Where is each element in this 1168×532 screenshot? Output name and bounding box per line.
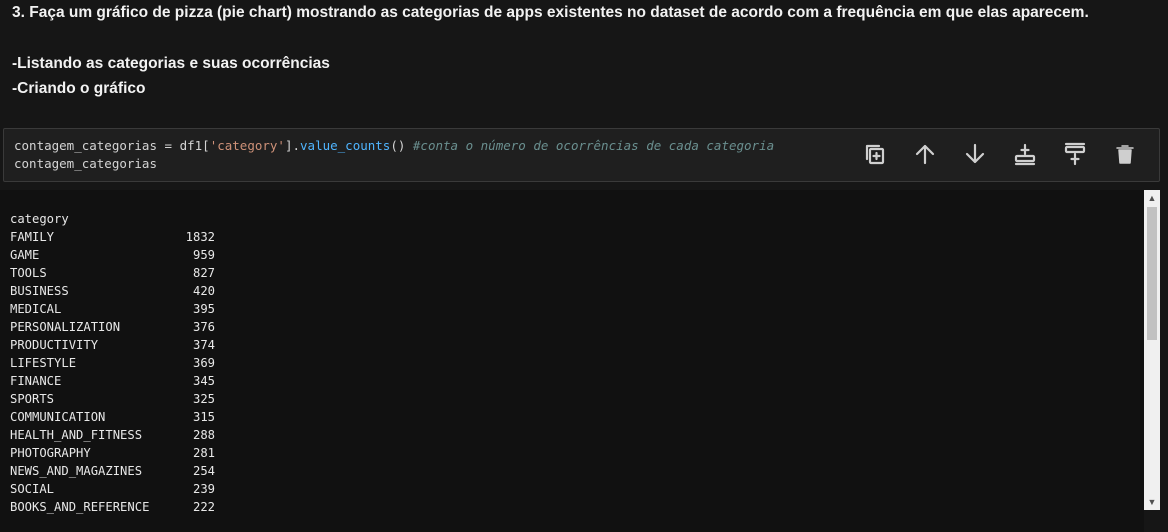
- category-name: SPORTS: [10, 392, 55, 406]
- category-name: MEDICAL: [10, 302, 62, 316]
- cell-toolbar: [857, 137, 1143, 171]
- output-header-label: category: [10, 212, 69, 226]
- output-row: PERSONALIZATION 376: [10, 318, 215, 336]
- copy-cell-button[interactable]: [857, 137, 893, 171]
- insert-below-button[interactable]: [1057, 137, 1093, 171]
- category-count: 325: [192, 392, 215, 406]
- code-close: ].: [284, 138, 301, 153]
- category-count: 959: [192, 248, 215, 262]
- cell-output: category FAMILY 1832 GAME 959 TOOLS 827 BUSINE…: [0, 190, 1144, 532]
- output-row: BOOKS_AND_REFERENCE 222: [10, 498, 215, 516]
- code-line2: contagem_categorias: [14, 156, 157, 171]
- category-name: TOOLS: [10, 266, 47, 280]
- insert-above-icon: [1014, 143, 1036, 166]
- category-count: 222: [192, 500, 215, 514]
- category-name: FINANCE: [10, 374, 62, 388]
- output-row: PHOTOGRAPHY 281: [10, 444, 215, 462]
- category-count: 239: [192, 482, 215, 496]
- scroll-thumb[interactable]: [1147, 207, 1157, 340]
- category-count: 369: [192, 356, 215, 370]
- category-count: 395: [192, 302, 215, 316]
- output-row: COMMUNICATION 315: [10, 408, 215, 426]
- category-count: 254: [192, 464, 215, 478]
- code-op: =: [157, 138, 180, 153]
- move-down-button[interactable]: [957, 137, 993, 171]
- scroll-up-arrow-icon[interactable]: ▲: [1144, 190, 1160, 206]
- output-row: TOOLS 827: [10, 264, 215, 282]
- output-scrollbar[interactable]: ▲ ▼: [1144, 190, 1160, 510]
- category-name: HEALTH_AND_FITNESS: [10, 428, 143, 442]
- category-count: 376: [192, 320, 215, 334]
- output-text: category FAMILY 1832 GAME 959 TOOLS 827 BUSINE…: [10, 210, 215, 516]
- category-name: COMMUNICATION: [10, 410, 106, 424]
- output-row: SPORTS 325: [10, 390, 215, 408]
- insert-above-button[interactable]: [1007, 137, 1043, 171]
- category-count: 288: [192, 428, 215, 442]
- output-row: HEALTH_AND_FITNESS 288: [10, 426, 215, 444]
- category-name: BOOKS_AND_REFERENCE: [10, 500, 150, 514]
- code-comment: #conta o número de ocorrências de cada c…: [412, 138, 775, 153]
- output-row: LIFESTYLE 369: [10, 354, 215, 372]
- code-string: 'category': [209, 138, 285, 153]
- category-name: LIFESTYLE: [10, 356, 77, 370]
- code-cell[interactable]: contagem_categorias = df1['category'].va…: [3, 128, 1160, 182]
- output-row: PRODUCTIVITY 374: [10, 336, 215, 354]
- code-df: df1[: [179, 138, 210, 153]
- category-count: 827: [192, 266, 215, 280]
- code-paren: (): [390, 138, 413, 153]
- output-row: SOCIAL 239: [10, 480, 215, 498]
- category-name: PERSONALIZATION: [10, 320, 121, 334]
- category-name: BUSINESS: [10, 284, 69, 298]
- output-row: NEWS_AND_MAGAZINES 254: [10, 462, 215, 480]
- bullet-chart: -Criando o gráfico: [12, 80, 146, 97]
- category-count: 374: [192, 338, 215, 352]
- category-name: FAMILY: [10, 230, 55, 244]
- category-name: PHOTOGRAPHY: [10, 446, 91, 460]
- output-row: FINANCE 345: [10, 372, 215, 390]
- category-count: 281: [192, 446, 215, 460]
- code-var: contagem_categorias: [14, 138, 157, 153]
- category-name: NEWS_AND_MAGAZINES: [10, 464, 143, 478]
- scroll-down-arrow-icon[interactable]: ▼: [1144, 494, 1160, 510]
- delete-cell-button[interactable]: [1107, 137, 1143, 171]
- code-function: value_counts: [300, 138, 391, 153]
- output-header: category: [10, 210, 215, 228]
- output-row: MEDICAL 395: [10, 300, 215, 318]
- arrow-up-icon: [915, 144, 935, 165]
- bullet-listing: -Listando as categorias e suas ocorrênci…: [12, 55, 330, 72]
- category-name: SOCIAL: [10, 482, 55, 496]
- arrow-down-icon: [965, 143, 985, 164]
- output-row: GAME 959: [10, 246, 215, 264]
- question-title: 3. Faça um gráfico de pizza (pie chart) …: [12, 4, 1089, 21]
- category-count: 420: [192, 284, 215, 298]
- insert-below-icon: [1064, 142, 1086, 166]
- trash-icon: [1116, 145, 1134, 164]
- category-count: 345: [192, 374, 215, 388]
- category-count: 1832: [185, 230, 215, 244]
- category-name: GAME: [10, 248, 40, 262]
- category-count: 315: [192, 410, 215, 424]
- copy-icon: [865, 144, 885, 165]
- move-up-button[interactable]: [907, 137, 943, 171]
- category-name: PRODUCTIVITY: [10, 338, 99, 352]
- code-editor[interactable]: contagem_categorias = df1['category'].va…: [14, 137, 774, 173]
- output-row: FAMILY 1832: [10, 228, 215, 246]
- output-row: BUSINESS 420: [10, 282, 215, 300]
